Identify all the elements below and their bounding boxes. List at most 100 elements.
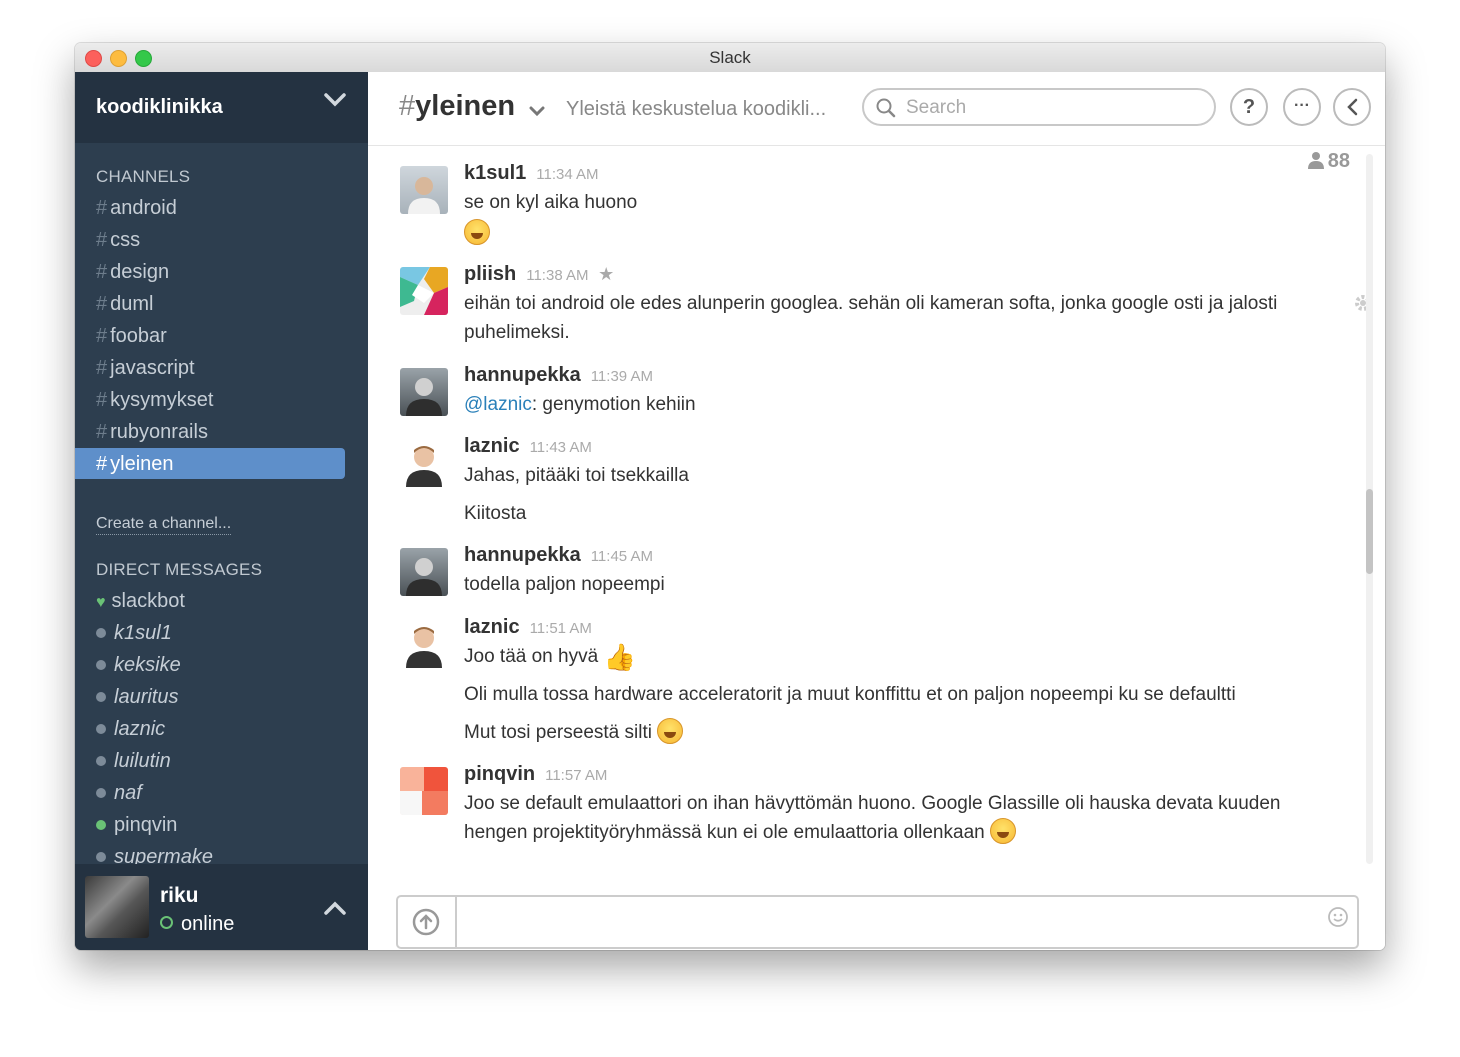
message-author[interactable]: laznic 11:43 AM [464, 435, 592, 458]
current-user-menu[interactable]: riku online [75, 864, 368, 950]
current-user-status: online [160, 913, 234, 936]
grinning-emoji-icon [657, 718, 684, 744]
message-text: puhelimeksi. [464, 322, 570, 343]
help-button[interactable]: ? [1230, 88, 1268, 126]
dm-item-naf[interactable]: naf [96, 779, 142, 807]
avatar[interactable] [400, 439, 448, 487]
create-channel-link[interactable]: Create a channel... [96, 515, 232, 535]
emoji-picker-icon[interactable] [1327, 906, 1349, 933]
channel-header: #yleinen Yleistä keskustelua koodikli...… [368, 72, 1385, 146]
hash-icon: # [96, 453, 108, 475]
message-item[interactable]: hannupekka 11:39 AM @laznic: genymotion k… [400, 364, 1345, 424]
channel-purpose: Yleistä keskustelua koodikli... [566, 98, 827, 120]
sidebar-item-css[interactable]: # css [96, 226, 140, 254]
avatar[interactable] [400, 267, 448, 315]
avatar[interactable] [400, 548, 448, 596]
sidebar: koodiklinikka CHANNELS # android # css # de… [75, 72, 368, 950]
message-author[interactable]: pinqvin 11:57 AM [464, 763, 607, 786]
message-timestamp[interactable]: 11:57 AM [545, 767, 607, 784]
message-timestamp[interactable]: 11:34 AM [536, 166, 598, 183]
message-author[interactable]: hannupekka 11:39 AM [464, 364, 653, 387]
search-icon [876, 98, 896, 123]
message-item[interactable]: pinqvin 11:57 AM Joo se default emulaatto… [400, 763, 1345, 853]
avatar [85, 876, 149, 938]
message-input[interactable] [464, 909, 1308, 932]
sweat-emoji-icon [989, 818, 1016, 844]
message-timestamp[interactable]: 11:38 AM [526, 267, 588, 284]
current-user-name: riku [160, 884, 199, 907]
channels-section-title[interactable]: CHANNELS [96, 167, 190, 187]
message-timestamp[interactable]: 11:39 AM [591, 368, 653, 385]
message-timestamp[interactable]: 11:51 AM [530, 620, 592, 637]
message-timestamp[interactable]: 11:45 AM [591, 548, 653, 565]
upload-button[interactable] [398, 897, 457, 947]
message-author[interactable]: laznic 11:51 AM [464, 616, 592, 639]
dm-item-laznic[interactable]: laznic [96, 715, 165, 743]
channel-view: #yleinen Yleistä keskustelua koodikli...… [368, 72, 1385, 950]
dm-item-lauritus[interactable]: lauritus [96, 683, 178, 711]
slack-window: Slack koodiklinikka CHANNELS # android # c… [75, 43, 1385, 950]
hash-icon: # [96, 261, 108, 283]
dm-item-luilutin[interactable]: luilutin [96, 747, 171, 775]
dm-item-slackbot[interactable]: ♥ slackbot [96, 587, 185, 615]
sidebar-item-rubyonrails[interactable]: # rubyonrails [96, 418, 208, 446]
maximize-window-button[interactable] [135, 50, 152, 67]
chevron-down-icon[interactable] [324, 92, 346, 108]
avatar[interactable] [400, 620, 448, 668]
minimize-window-button[interactable] [110, 50, 127, 67]
message-composer [396, 895, 1359, 949]
upload-arrow-icon [412, 908, 440, 936]
toggle-flexpane-button[interactable] [1333, 88, 1371, 126]
message-text: eihän toi android ole edes alunperin goo… [464, 293, 1278, 314]
chevron-down-icon[interactable] [529, 104, 545, 122]
direct-messages-section-title[interactable]: DIRECT MESSAGES [96, 560, 262, 580]
chevron-up-icon[interactable] [324, 900, 346, 921]
message-timestamp[interactable]: 11:43 AM [530, 439, 592, 456]
sidebar-item-design[interactable]: # design [96, 258, 169, 286]
message-item[interactable]: laznic 11:43 AM Jahas, pitääki toi tsekka… [400, 435, 1345, 525]
message-item[interactable]: pliish 11:38 AM ★ eihän toi android ole e… [400, 263, 1371, 343]
star-icon[interactable]: ★ [598, 264, 614, 284]
avatar[interactable] [400, 166, 448, 214]
avatar[interactable] [400, 767, 448, 815]
sidebar-item-android[interactable]: # android [96, 194, 177, 222]
message-list: 88 k1sul1 11:34 AM se on kyl aika huono p… [368, 145, 1385, 870]
thumbs-up-emoji-icon: 👍 [603, 642, 636, 672]
search-box[interactable] [862, 88, 1216, 126]
presence-away-icon [96, 628, 106, 638]
scrollbar-thumb[interactable] [1366, 489, 1373, 574]
user-mention[interactable]: @laznic [464, 394, 532, 415]
message-item[interactable]: laznic 11:51 AM Joo tää on hyvä 👍 Oli mul… [400, 616, 1345, 746]
hash-icon: # [96, 293, 108, 315]
sidebar-item-javascript[interactable]: # javascript [96, 354, 195, 382]
sidebar-item-yleinen[interactable]: # yleinen [96, 450, 174, 478]
dm-item-k1sul1[interactable]: k1sul1 [96, 619, 172, 647]
close-window-button[interactable] [85, 50, 102, 67]
message-scrollbar[interactable] [1366, 154, 1373, 864]
dm-item-pinqvin[interactable]: pinqvin [96, 811, 177, 839]
message-item[interactable]: hannupekka 11:45 AM todella paljon nopeem… [400, 544, 1345, 604]
message-text: @laznic: genymotion kehiin [464, 394, 696, 415]
channel-title[interactable]: #yleinen [399, 90, 515, 123]
more-actions-button[interactable]: ··· [1283, 88, 1321, 126]
team-menu[interactable]: koodiklinikka [75, 72, 368, 143]
message-text: Mut tosi perseestä silti [464, 718, 684, 747]
presence-away-icon [96, 788, 106, 798]
team-name: koodiklinikka [96, 96, 223, 118]
search-input[interactable] [904, 96, 1198, 120]
dm-item-keksike[interactable]: keksike [96, 651, 181, 679]
sidebar-item-kysymykset[interactable]: # kysymykset [96, 386, 213, 414]
message-author[interactable]: k1sul1 11:34 AM [464, 162, 599, 185]
presence-away-icon [96, 852, 106, 862]
hash-icon: # [96, 421, 108, 443]
message-item[interactable]: k1sul1 11:34 AM se on kyl aika huono [400, 162, 1345, 252]
hash-icon: # [96, 229, 108, 251]
sidebar-item-duml[interactable]: # duml [96, 290, 153, 318]
message-author[interactable]: hannupekka 11:45 AM [464, 544, 653, 567]
sidebar-item-foobar[interactable]: # foobar [96, 322, 167, 350]
message-text: se on kyl aika huono [464, 192, 638, 213]
title-bar: Slack [75, 43, 1385, 73]
message-text: Jahas, pitääki toi tsekkailla [464, 465, 689, 486]
message-author[interactable]: pliish 11:38 AM ★ [464, 263, 614, 286]
avatar[interactable] [400, 368, 448, 416]
